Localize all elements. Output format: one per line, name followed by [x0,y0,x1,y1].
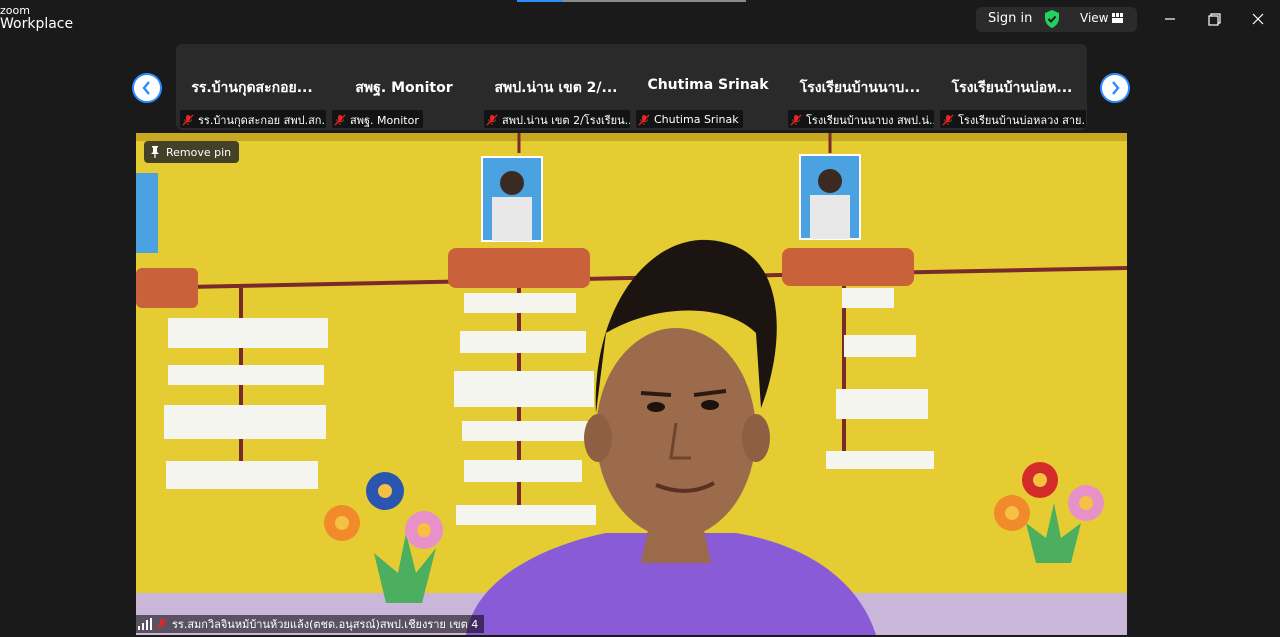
logo-zoom-text: zoom [0,4,30,17]
pin-icon [151,146,159,158]
participant-label-text: โรงเรียนบ้านบ่อหลวง สาย... [958,113,1086,127]
participant-label-text: สพป.น่าน เขต 2/โรงเรียน... [502,113,630,127]
participant-label-text: Chutima Srinak [654,113,739,126]
mic-muted-icon [486,114,498,125]
logo-workplace-text: Workplace [0,16,74,32]
pinned-video[interactable]: Remove pin รร.สมกวิลจินหม้บ้านห้วยแล้ง(ต… [136,133,1127,635]
view-button[interactable]: View [1080,11,1108,25]
mic-muted-icon [182,114,194,125]
participant-label-text: รร.บ้านกุดสะกอย สพป.สก... [198,113,326,127]
participant-label-text: โรงเรียนบ้านนาบง สพป.น่... [806,113,934,127]
participant-tile[interactable]: สพฐ. Monitor สพฐ. Monitor [328,44,480,130]
mic-muted-icon [334,114,346,125]
mic-muted-icon [156,618,168,630]
minimize-icon[interactable] [1160,9,1180,29]
participant-label: รร.บ้านกุดสะกอย สพป.สก... [180,110,326,128]
signal-strength-icon [138,618,152,630]
view-grid-icon[interactable] [1112,13,1123,23]
sign-in-button[interactable]: Sign in [988,11,1032,26]
participant-name: สพป.น่าน เขต 2/... [494,80,618,96]
mic-muted-icon [638,114,650,125]
pinned-participant-name: รร.สมกวิลจินหม้บ้านห้วยแล้ง(ตชด.อนุสรณ์)… [172,618,479,631]
participant-tile[interactable]: โรงเรียนบ้านบ่อห... โรงเรียนบ้านบ่อหลวง … [936,44,1087,130]
participant-gallery: รร.บ้านกุดสะกอย... รร.บ้านกุดสะกอย สพป.ส… [176,44,1087,130]
gallery-next-button[interactable] [1100,73,1130,103]
participant-label: โรงเรียนบ้านบ่อหลวง สาย... [940,110,1086,128]
participant-name: โรงเรียนบ้านบ่อห... [951,80,1073,96]
mic-muted-icon [942,114,954,125]
remove-pin-button[interactable]: Remove pin [144,141,240,163]
participant-label: สพฐ. Monitor [332,110,423,128]
participant-label: สพป.น่าน เขต 2/โรงเรียน... [484,110,630,128]
remove-pin-label: Remove pin [166,145,232,159]
gallery-prev-button[interactable] [132,73,162,103]
participant-tile[interactable]: Chutima Srinak Chutima Srinak [632,44,784,130]
participant-tile[interactable]: โรงเรียนบ้านนาบ... โรงเรียนบ้านนาบง สพป.… [784,44,936,130]
participant-label-text: สพฐ. Monitor [350,113,419,127]
close-icon[interactable] [1248,9,1268,29]
video-frame [136,133,1127,635]
participant-label: โรงเรียนบ้านนาบง สพป.น่... [788,110,934,128]
title-bar: zoom Workplace Sign in View [0,0,1280,42]
participant-tile[interactable]: รร.บ้านกุดสะกอย... รร.บ้านกุดสะกอย สพป.ส… [176,44,328,130]
shield-check-icon[interactable] [1044,10,1060,28]
participant-name: รร.บ้านกุดสะกอย... [191,80,313,96]
participant-tile[interactable]: สพป.น่าน เขต 2/... สพป.น่าน เขต 2/โรงเรี… [480,44,632,130]
top-progress-strip [517,0,746,2]
pinned-participant-label: รร.สมกวิลจินหม้บ้านห้วยแล้ง(ตชด.อนุสรณ์)… [136,615,485,633]
participant-name: สพฐ. Monitor [355,80,453,96]
participant-name: โรงเรียนบ้านนาบ... [799,80,921,96]
chevron-right-icon [1112,81,1120,95]
participant-label: Chutima Srinak [636,110,743,128]
mic-muted-icon [790,114,802,125]
restore-icon[interactable] [1204,9,1224,29]
participant-name: Chutima Srinak [647,77,769,93]
chevron-left-icon [142,81,150,95]
app-logo: zoom Workplace [0,5,73,31]
